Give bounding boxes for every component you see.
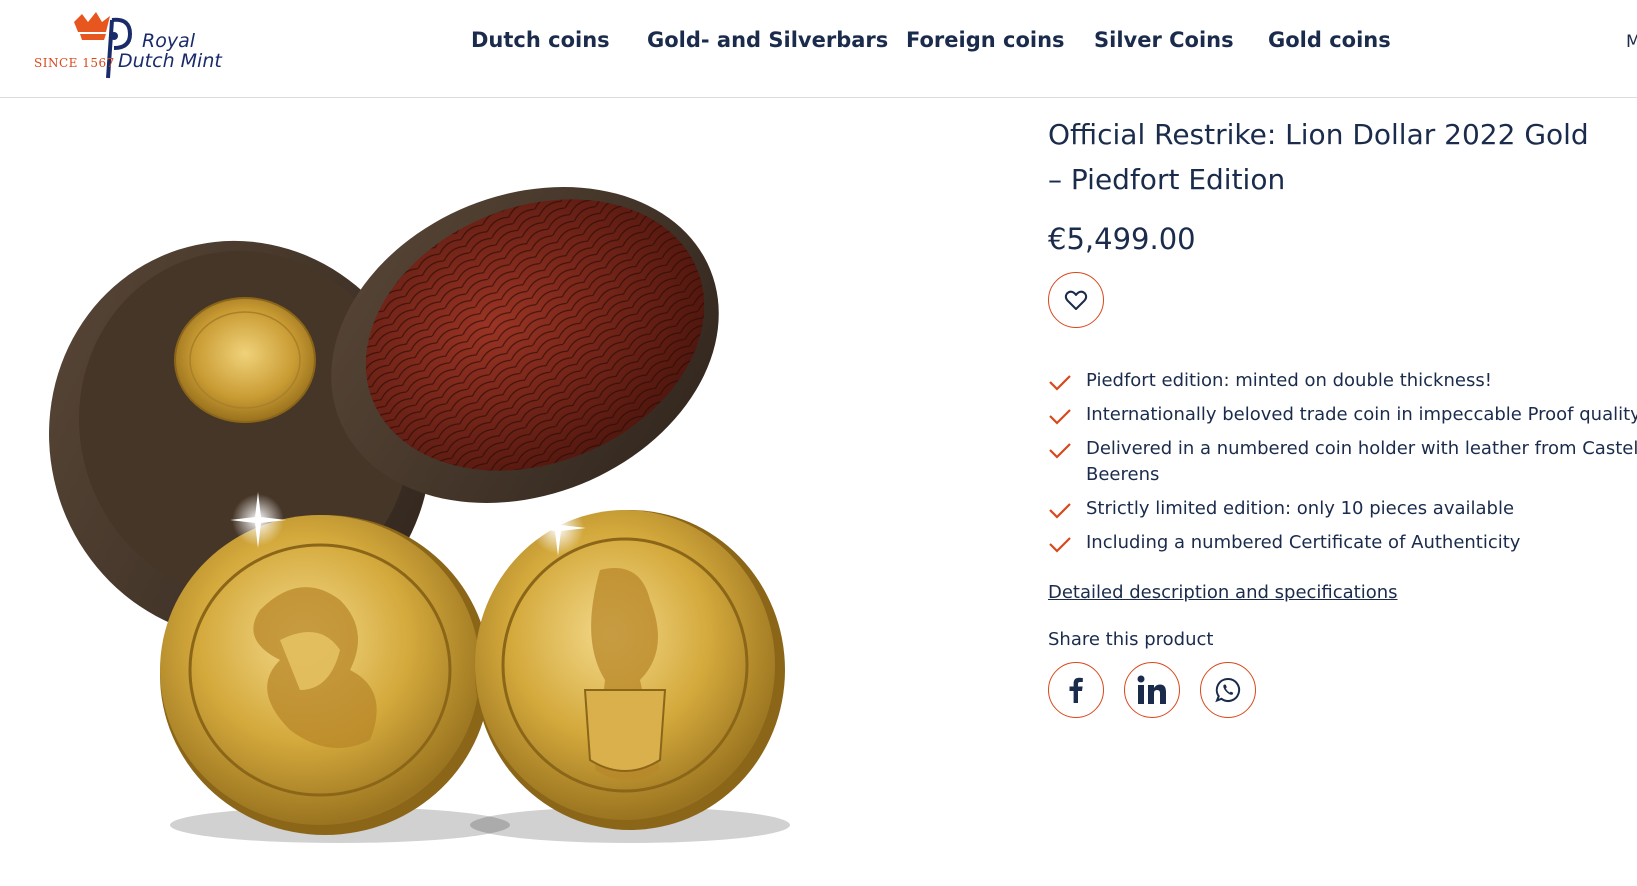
share-linkedin-button[interactable] (1124, 662, 1180, 718)
share-whatsapp-button[interactable] (1200, 662, 1256, 718)
add-to-favorites-button[interactable] (1048, 272, 1104, 328)
main-navigation: Dutch coins Gold- and Silverbars Foreign… (0, 0, 1637, 90)
nav-item-silver-coins[interactable]: Silver Coins (1094, 28, 1234, 52)
checkmark-icon (1049, 409, 1071, 425)
usp-item: Strictly limited edition: only 10 pieces… (1048, 496, 1637, 522)
product-details: Official Restrike: Lion Dollar 2022 Gold… (1048, 112, 1637, 718)
detailed-description-link[interactable]: Detailed description and specifications (1048, 582, 1398, 603)
checkmark-icon (1049, 537, 1071, 553)
usp-text: Internationally beloved trade coin in im… (1086, 404, 1637, 425)
usp-text: Piedfort edition: minted on double thick… (1086, 370, 1492, 391)
nav-item-more[interactable]: M (1626, 32, 1637, 52)
whatsapp-icon (1215, 677, 1241, 703)
nav-item-gold-and-silverbars[interactable]: Gold- and Silverbars (647, 28, 888, 52)
product-price: €5,499.00 (1048, 222, 1196, 256)
heart-icon (1064, 290, 1088, 310)
nav-item-dutch-coins[interactable]: Dutch coins (471, 28, 610, 52)
usp-item: Delivered in a numbered coin holder with… (1048, 436, 1637, 488)
product-image[interactable] (40, 170, 830, 880)
checkmark-icon (1049, 443, 1071, 459)
nav-item-foreign-coins[interactable]: Foreign coins (906, 28, 1065, 52)
checkmark-icon (1049, 503, 1071, 519)
coin-and-holder-illustration (49, 187, 790, 843)
usp-item: Piedfort edition: minted on double thick… (1048, 368, 1637, 394)
linkedin-icon (1137, 675, 1166, 704)
usp-item: Including a numbered Certificate of Auth… (1048, 530, 1637, 556)
facebook-icon (1069, 677, 1083, 703)
usp-text: Including a numbered Certificate of Auth… (1086, 532, 1521, 553)
share-label: Share this product (1048, 629, 1214, 650)
usp-text: Delivered in a numbered coin holder with… (1086, 438, 1637, 485)
share-buttons (1048, 662, 1637, 718)
usp-text: Strictly limited edition: only 10 pieces… (1086, 498, 1515, 519)
site-header: SINCE 1567 Royal Dutch Mint Dutch coins … (0, 0, 1637, 98)
usp-item: Internationally beloved trade coin in im… (1048, 402, 1637, 428)
share-facebook-button[interactable] (1048, 662, 1104, 718)
nav-item-gold-coins[interactable]: Gold coins (1268, 28, 1391, 52)
checkmark-icon (1049, 375, 1071, 391)
product-usp-list: Piedfort edition: minted on double thick… (1048, 368, 1637, 556)
product-title: Official Restrike: Lion Dollar 2022 Gold… (1048, 118, 1589, 196)
